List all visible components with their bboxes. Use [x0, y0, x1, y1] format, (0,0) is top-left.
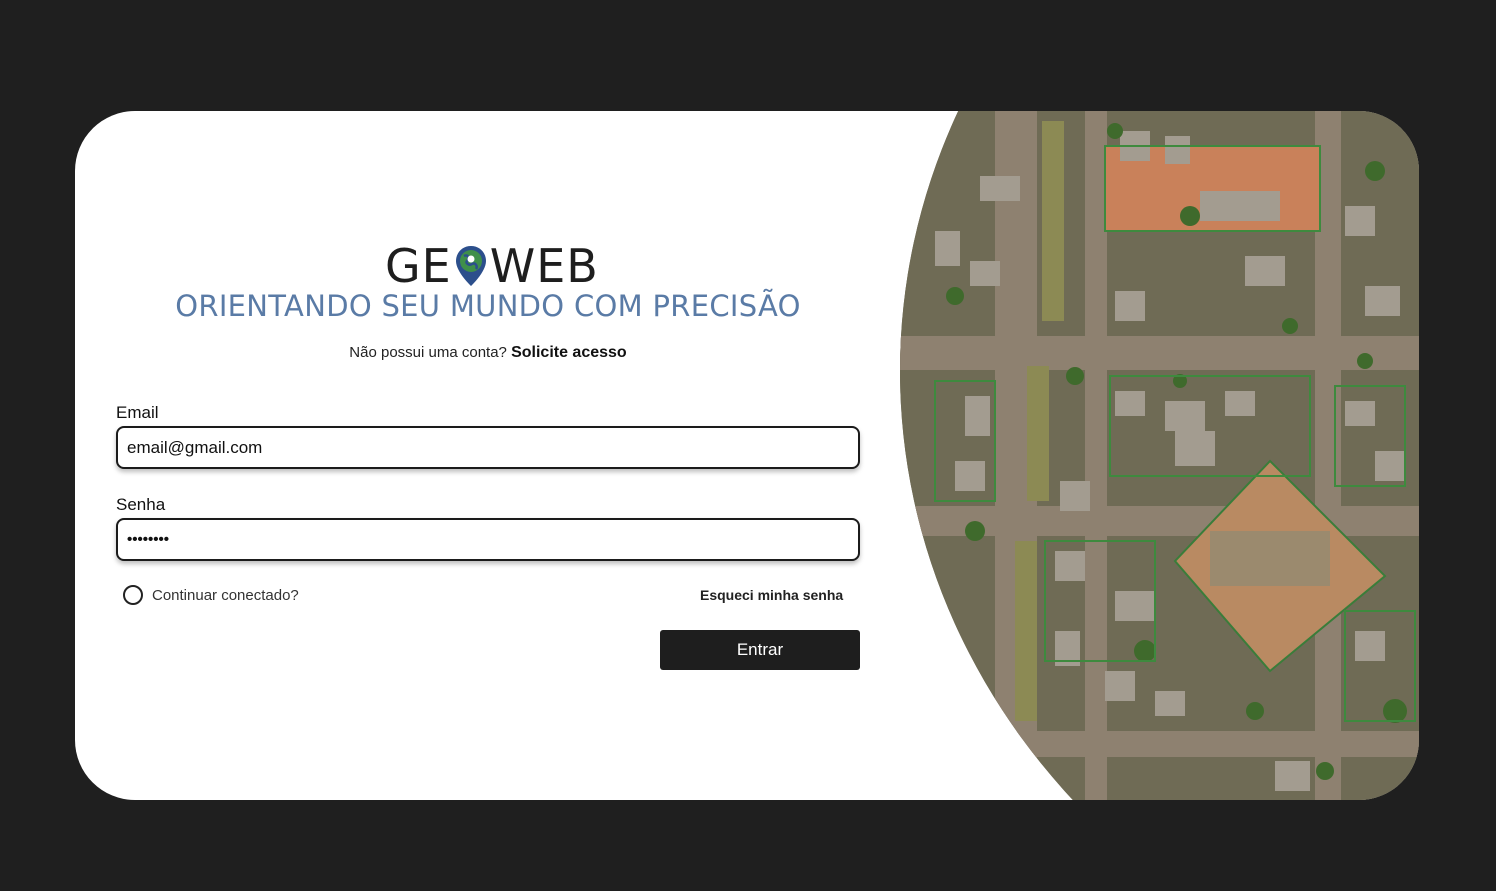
brand-text-end: WEB: [489, 239, 599, 293]
email-field[interactable]: [127, 437, 849, 458]
brand-logo: GE WEB: [385, 239, 599, 293]
signup-prompt-text: Não possui uma conta?: [349, 344, 507, 361]
email-field-wrapper: [116, 426, 860, 469]
brand-text-start: GE: [385, 239, 452, 293]
login-button[interactable]: Entrar: [660, 630, 860, 670]
password-field[interactable]: ••••••••: [116, 518, 860, 561]
remember-me-label: Continuar conectado?: [152, 586, 299, 604]
signup-prompt: Não possui uma conta? Solicite acesso: [75, 344, 901, 362]
tagline: ORIENTANDO SEU MUNDO COM PRECISÃO: [175, 289, 801, 323]
password-label: Senha: [116, 495, 166, 514]
email-label: Email: [116, 403, 159, 422]
forgot-password-link[interactable]: Esqueci minha senha: [700, 587, 843, 603]
password-value: ••••••••: [127, 531, 170, 548]
remember-me[interactable]: Continuar conectado?: [123, 585, 299, 605]
request-access-link[interactable]: Solicite acesso: [511, 344, 627, 361]
login-card: GE WEB ORIENTANDO SEU MUNDO COM PRECISÃO…: [75, 111, 1419, 800]
remember-me-radio[interactable]: [123, 585, 143, 605]
map-pin-globe-icon: [454, 244, 488, 288]
